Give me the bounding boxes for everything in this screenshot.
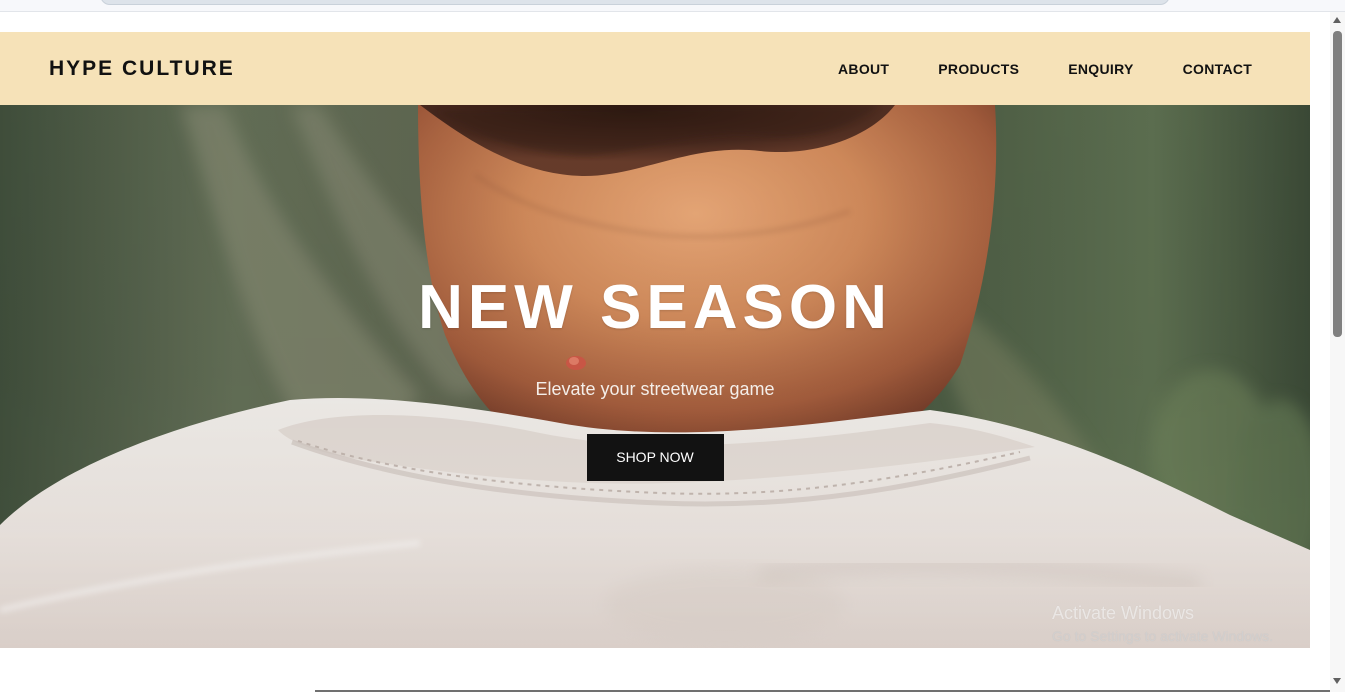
nav-link-products[interactable]: PRODUCTS [938,61,1019,77]
browser-viewport: HYPE CULTURE ABOUT PRODUCTS ENQUIRY CONT… [0,0,1345,692]
hero-content: NEW SEASON Elevate your streetwear game … [0,277,1310,481]
scroll-down-arrow-icon[interactable] [1333,678,1341,684]
nav-link-about[interactable]: ABOUT [838,61,889,77]
activation-subtitle: Go to Settings to activate Windows. [1052,628,1273,644]
browser-toolbar-edge [0,0,1345,12]
hero-banner: NEW SEASON Elevate your streetwear game … [0,105,1310,648]
scrollbar-thumb[interactable] [1333,31,1342,337]
activation-title: Activate Windows [1052,603,1195,623]
site-logo[interactable]: HYPE CULTURE [49,57,235,81]
page-body-start [0,648,1310,692]
hero-subtitle: Elevate your streetwear game [535,379,775,399]
nav-link-enquiry[interactable]: ENQUIRY [1068,61,1133,77]
shop-now-button[interactable]: SHOP NOW [586,434,724,481]
primary-navigation: ABOUT PRODUCTS ENQUIRY CONTACT [838,61,1252,77]
windows-activation-watermark: Activate Windows Go to Settings to activ… [1052,603,1273,645]
hero-title: NEW SEASON [418,273,892,342]
scroll-up-arrow-icon[interactable] [1333,17,1341,23]
site-header: HYPE CULTURE ABOUT PRODUCTS ENQUIRY CONT… [0,32,1310,105]
web-page: HYPE CULTURE ABOUT PRODUCTS ENQUIRY CONT… [0,12,1310,692]
nav-link-contact[interactable]: CONTACT [1183,61,1253,77]
address-bar[interactable] [100,0,1170,5]
